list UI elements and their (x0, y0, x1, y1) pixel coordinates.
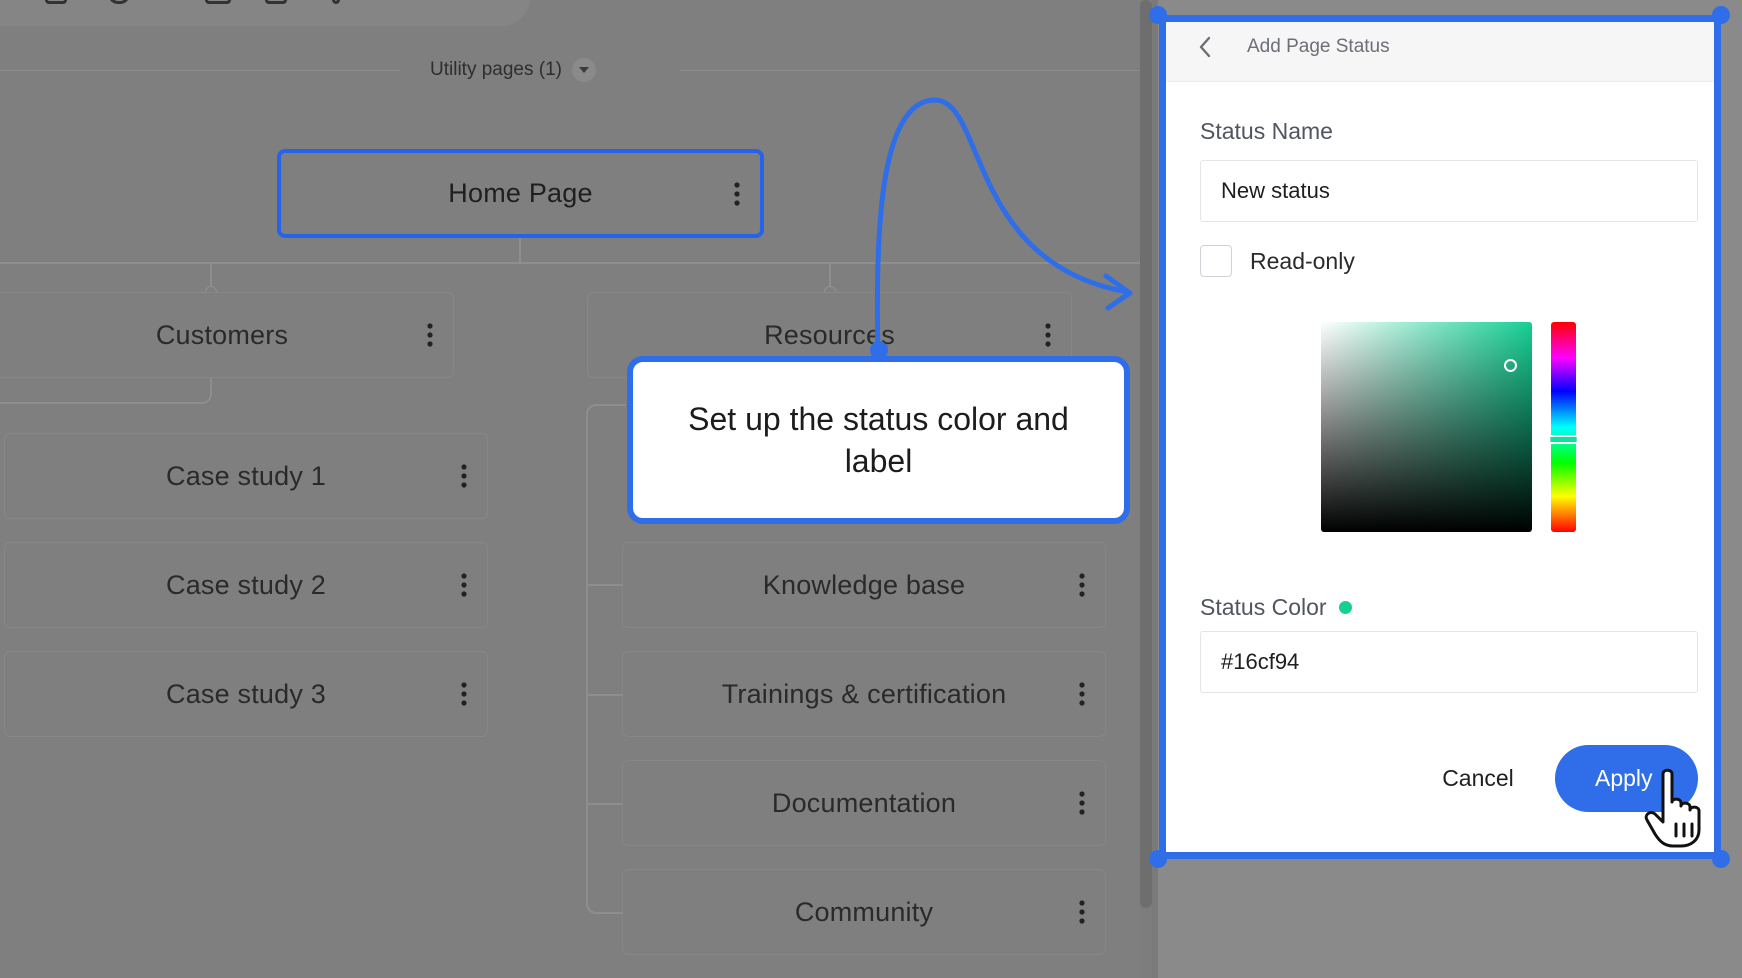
selection-handle (1712, 850, 1730, 868)
connector-line (586, 404, 626, 914)
toolbar-tool-icon[interactable] (265, 0, 287, 4)
kebab-menu-icon[interactable] (734, 181, 740, 206)
hand-pointer-icon (1644, 768, 1701, 848)
kebab-menu-icon[interactable] (427, 323, 433, 347)
node-case-study-3[interactable]: Case study 3 (4, 651, 488, 737)
node-trainings-certification[interactable]: Trainings & certification (622, 651, 1106, 737)
node-label: Knowledge base (762, 569, 966, 600)
hue-slider-handle[interactable] (1548, 435, 1579, 444)
divider (680, 70, 1140, 71)
connector-line (586, 584, 626, 586)
kebab-menu-icon[interactable] (1079, 900, 1085, 924)
status-color-swatch (1338, 600, 1352, 614)
kebab-menu-icon[interactable] (461, 573, 467, 597)
hue-slider[interactable] (1551, 322, 1576, 532)
status-color-input[interactable] (1200, 631, 1698, 693)
connector-line (586, 803, 626, 805)
node-case-study-2[interactable]: Case study 2 (4, 542, 488, 628)
node-knowledge-base[interactable]: Knowledge base (622, 542, 1106, 628)
node-label: Documentation (771, 787, 957, 818)
utility-pages-label: Utility pages (1) (430, 59, 562, 80)
kebab-menu-icon[interactable] (1079, 682, 1085, 706)
node-label: Home Page (448, 178, 593, 208)
status-name-input[interactable] (1200, 160, 1698, 222)
node-label: Case study 1 (166, 460, 326, 491)
callout-text: Set up the status color and label (688, 401, 1069, 479)
node-label: Customers (155, 319, 289, 350)
chevron-down-icon[interactable] (572, 58, 596, 82)
kebab-menu-icon[interactable] (461, 464, 467, 488)
node-label: Community (794, 896, 934, 927)
node-documentation[interactable]: Documentation (622, 760, 1106, 846)
chevron-left-icon (1199, 36, 1211, 58)
back-button[interactable] (1192, 32, 1218, 62)
kebab-menu-icon[interactable] (461, 682, 467, 706)
node-label: Case study 2 (166, 569, 326, 600)
tutorial-callout: Set up the status color and label (627, 356, 1130, 524)
kebab-menu-icon[interactable] (1079, 791, 1085, 815)
saturation-value-picker[interactable] (1321, 322, 1532, 532)
node-community[interactable]: Community (622, 869, 1106, 955)
kebab-menu-icon[interactable] (1045, 323, 1051, 347)
read-only-label: Read-only (1250, 247, 1355, 274)
top-toolbar (0, 0, 530, 26)
connector-line (0, 376, 212, 404)
utility-pages-toggle[interactable]: Utility pages (1) (430, 56, 640, 84)
panel-title: Add Page Status (1247, 36, 1390, 57)
status-name-label: Status Name (1200, 118, 1333, 144)
connector-line (586, 694, 626, 696)
node-customers[interactable]: Customers (0, 292, 454, 378)
toolbar-tool-icon[interactable] (205, 0, 231, 4)
connector-line (519, 236, 521, 264)
status-color-label-row: Status Color (1200, 592, 1352, 622)
node-case-study-1[interactable]: Case study 1 (4, 433, 488, 519)
kebab-menu-icon[interactable] (1079, 573, 1085, 597)
node-label: Resources (764, 319, 895, 350)
divider (0, 70, 400, 71)
cancel-button[interactable]: Cancel (1420, 748, 1536, 808)
read-only-checkbox[interactable] (1200, 245, 1232, 277)
node-label: Trainings & certification (721, 678, 1007, 709)
node-label: Case study 3 (166, 678, 326, 709)
status-color-label: Status Color (1200, 593, 1327, 620)
selection-handle (1149, 6, 1167, 24)
canvas-scrollbar[interactable] (1140, 0, 1152, 908)
connector-line (0, 262, 1140, 264)
color-picker-handle[interactable] (1504, 359, 1517, 372)
node-home-page[interactable]: Home Page (277, 149, 764, 238)
selection-handle (1149, 850, 1167, 868)
selection-handle (1712, 6, 1730, 24)
toolbar-tool-icon[interactable] (45, 0, 67, 4)
